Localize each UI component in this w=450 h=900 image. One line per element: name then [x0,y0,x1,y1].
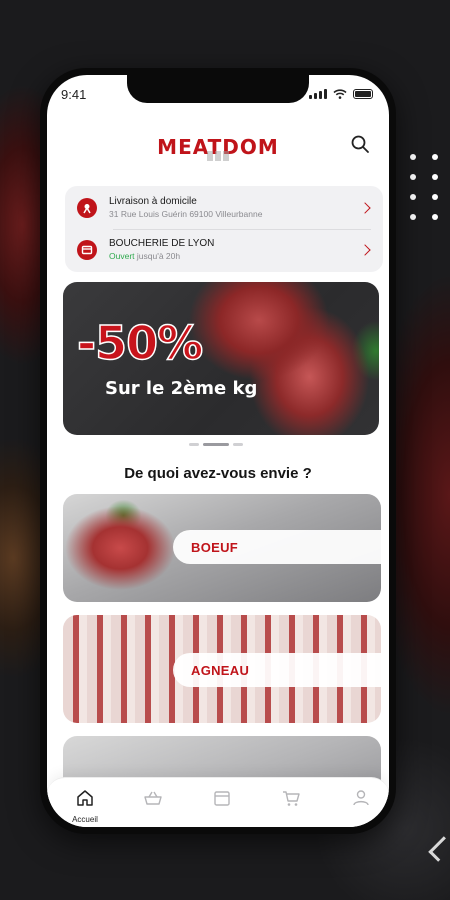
section-title: De quoi avez-vous envie ? [124,465,312,482]
carousel-dot[interactable] [189,443,199,446]
status-icons [309,89,373,99]
chevron-right-icon [359,244,371,256]
cart-icon [283,791,300,806]
chevron-right-icon [359,202,371,214]
user-icon [353,790,369,806]
home-icon [77,790,93,806]
category-card-agneau[interactable]: AGNEAU [63,615,381,723]
carousel-dot-active[interactable] [203,443,229,446]
delivery-row[interactable]: Livraison à domicile 31 Rue Louis Guérin… [65,187,383,229]
decorative-dots [410,154,450,220]
shop-open-status: Ouvert [109,251,135,261]
chevron-left-icon [428,836,450,862]
signal-icon [309,89,327,99]
shop-name: BOUCHERIE DE LYON [109,238,215,249]
promo-discount: -50% [76,315,204,371]
basket-icon [144,791,162,805]
store-icon [214,791,230,806]
tab-store[interactable] [200,788,244,813]
category-card-boeuf[interactable]: BOEUF [63,494,381,602]
category-label-pill: AGNEAU [173,653,381,687]
wifi-icon [333,89,347,99]
delivery-address: 31 Rue Louis Guérin 69100 Villeurbanne [109,209,263,219]
store-icon [77,240,97,260]
battery-icon [353,89,373,99]
app-screen: 9:41 MEATDOM Livraison à domicile 31 Rue… [47,75,389,827]
promo-subtitle: Sur le 2ème kg [105,378,258,399]
category-label-pill: BOEUF [173,530,381,564]
bottom-tab-bar: Accueil [47,777,389,827]
tab-profile[interactable] [339,788,383,813]
status-time: 9:41 [61,87,87,102]
delivery-icon [77,198,97,218]
notch [127,75,309,103]
promo-banner[interactable]: -50% Sur le 2ème kg [63,282,379,435]
tab-label: Accueil [72,815,98,824]
carousel-dot[interactable] [233,443,243,446]
delivery-title: Livraison à domicile [109,196,197,207]
search-button[interactable] [349,133,371,155]
category-label: AGNEAU [191,662,250,678]
tab-cart[interactable] [269,788,313,813]
shop-hours: jusqu'à 20h [136,251,181,261]
carousel-indicator [189,443,243,446]
tab-basket[interactable] [131,788,175,813]
delivery-info-card: Livraison à domicile 31 Rue Louis Guérin… [65,186,383,272]
tab-home[interactable]: Accueil [63,788,107,824]
search-icon [351,135,369,153]
shop-row[interactable]: BOUCHERIE DE LYON Ouvert jusqu'à 20h [65,229,383,271]
logo-mark [207,151,229,161]
category-label: BOEUF [191,539,238,555]
phone-frame: 9:41 MEATDOM Livraison à domicile 31 Rue… [40,68,396,834]
